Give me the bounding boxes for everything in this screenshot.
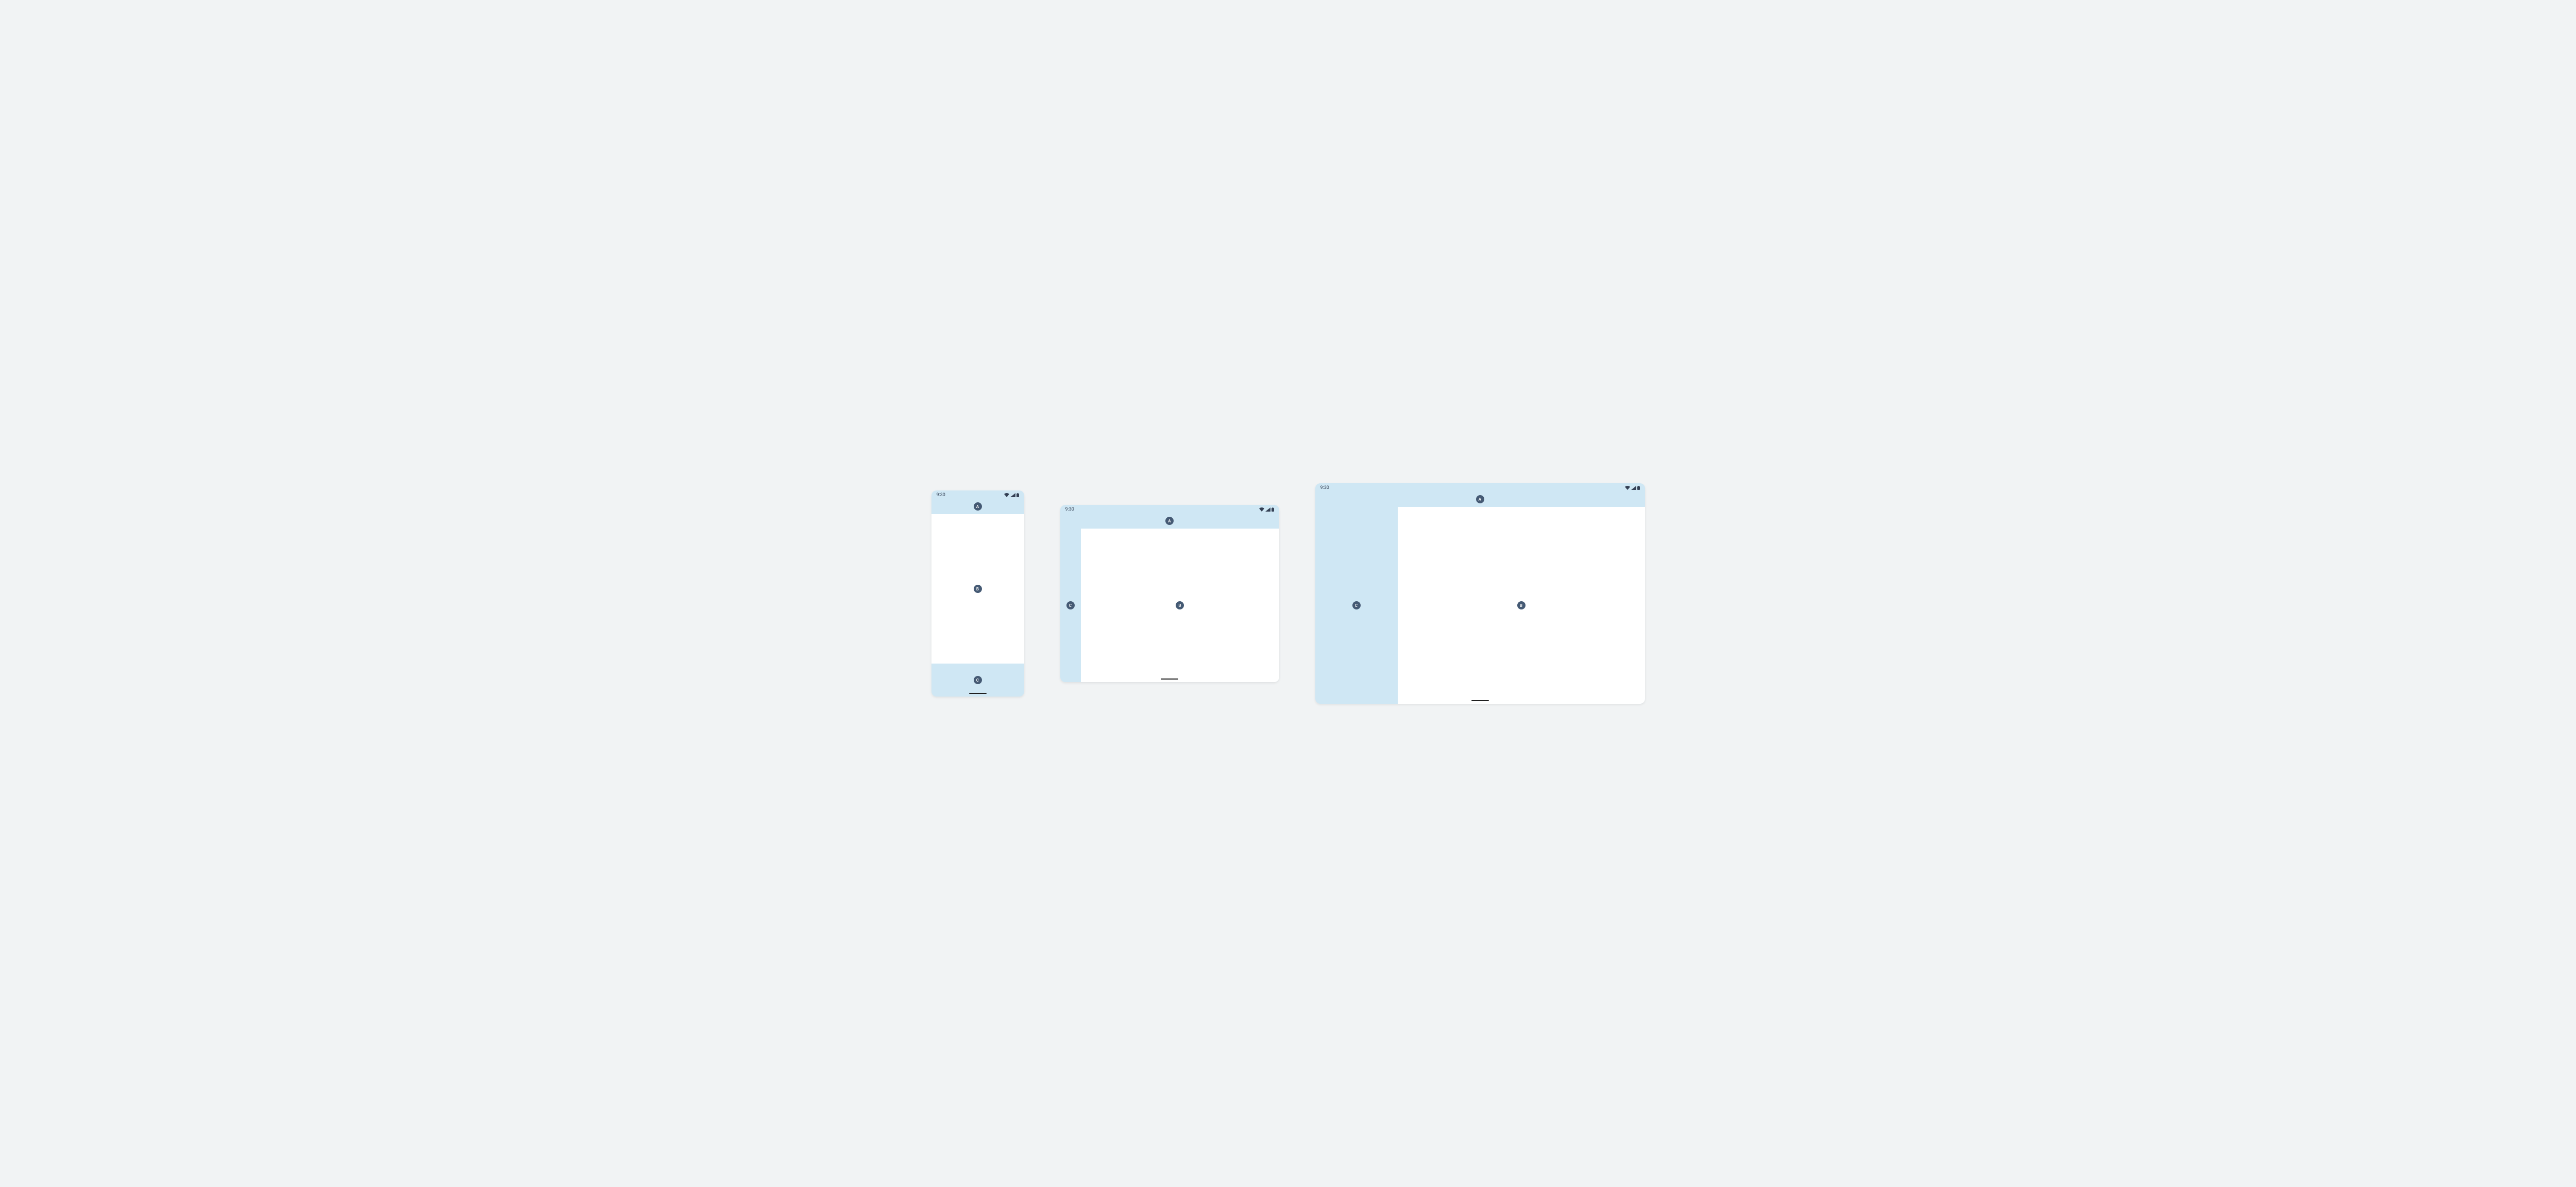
region-a: A <box>1315 491 1645 507</box>
badge-b: B <box>974 585 982 593</box>
device-desktop: 9:30 A C B <box>1315 483 1645 704</box>
badge-a: A <box>974 502 982 511</box>
region-a: A <box>1060 513 1279 529</box>
status-icons <box>1625 486 1640 490</box>
signal-icon <box>1265 507 1270 512</box>
region-b: B <box>931 514 1024 664</box>
status-bar: 9:30 <box>1315 483 1645 491</box>
badge-b: B <box>1517 601 1526 609</box>
status-icons <box>1004 493 1019 497</box>
device-tablet: 9:30 A C B <box>1060 505 1279 682</box>
status-icons <box>1259 507 1274 512</box>
wifi-icon <box>1259 507 1264 512</box>
badge-a: A <box>1165 517 1174 525</box>
device-phone: 9:30 A B C <box>931 490 1024 697</box>
badge-a: A <box>1476 495 1484 503</box>
status-bar: 9:30 <box>931 490 1024 499</box>
status-time: 9:30 <box>1320 485 1329 490</box>
region-b: B <box>1081 529 1279 682</box>
region-a: A <box>931 499 1024 514</box>
nav-handle-icon <box>1471 700 1489 701</box>
badge-b: B <box>1176 601 1184 609</box>
badge-c: C <box>1352 601 1361 609</box>
battery-icon <box>1016 493 1019 497</box>
badge-c: C <box>974 676 982 684</box>
wifi-icon <box>1004 493 1009 497</box>
signal-icon <box>1631 486 1636 490</box>
region-b: B <box>1398 507 1645 704</box>
status-time: 9:30 <box>937 493 945 498</box>
badge-c: C <box>1066 601 1075 609</box>
wifi-icon <box>1625 486 1630 490</box>
battery-icon <box>1272 507 1274 512</box>
battery-icon <box>1637 486 1640 490</box>
device-body: C B <box>1060 529 1279 682</box>
status-time: 9:30 <box>1065 507 1074 512</box>
nav-handle-icon <box>969 693 987 694</box>
region-c: C <box>1315 507 1398 704</box>
status-bar: 9:30 <box>1060 505 1279 513</box>
region-c: C <box>1060 529 1081 682</box>
device-body: B C <box>931 514 1024 697</box>
nav-handle-icon <box>1161 679 1178 680</box>
device-body: C B <box>1315 507 1645 704</box>
region-c: C <box>931 664 1024 697</box>
signal-icon <box>1010 493 1015 497</box>
